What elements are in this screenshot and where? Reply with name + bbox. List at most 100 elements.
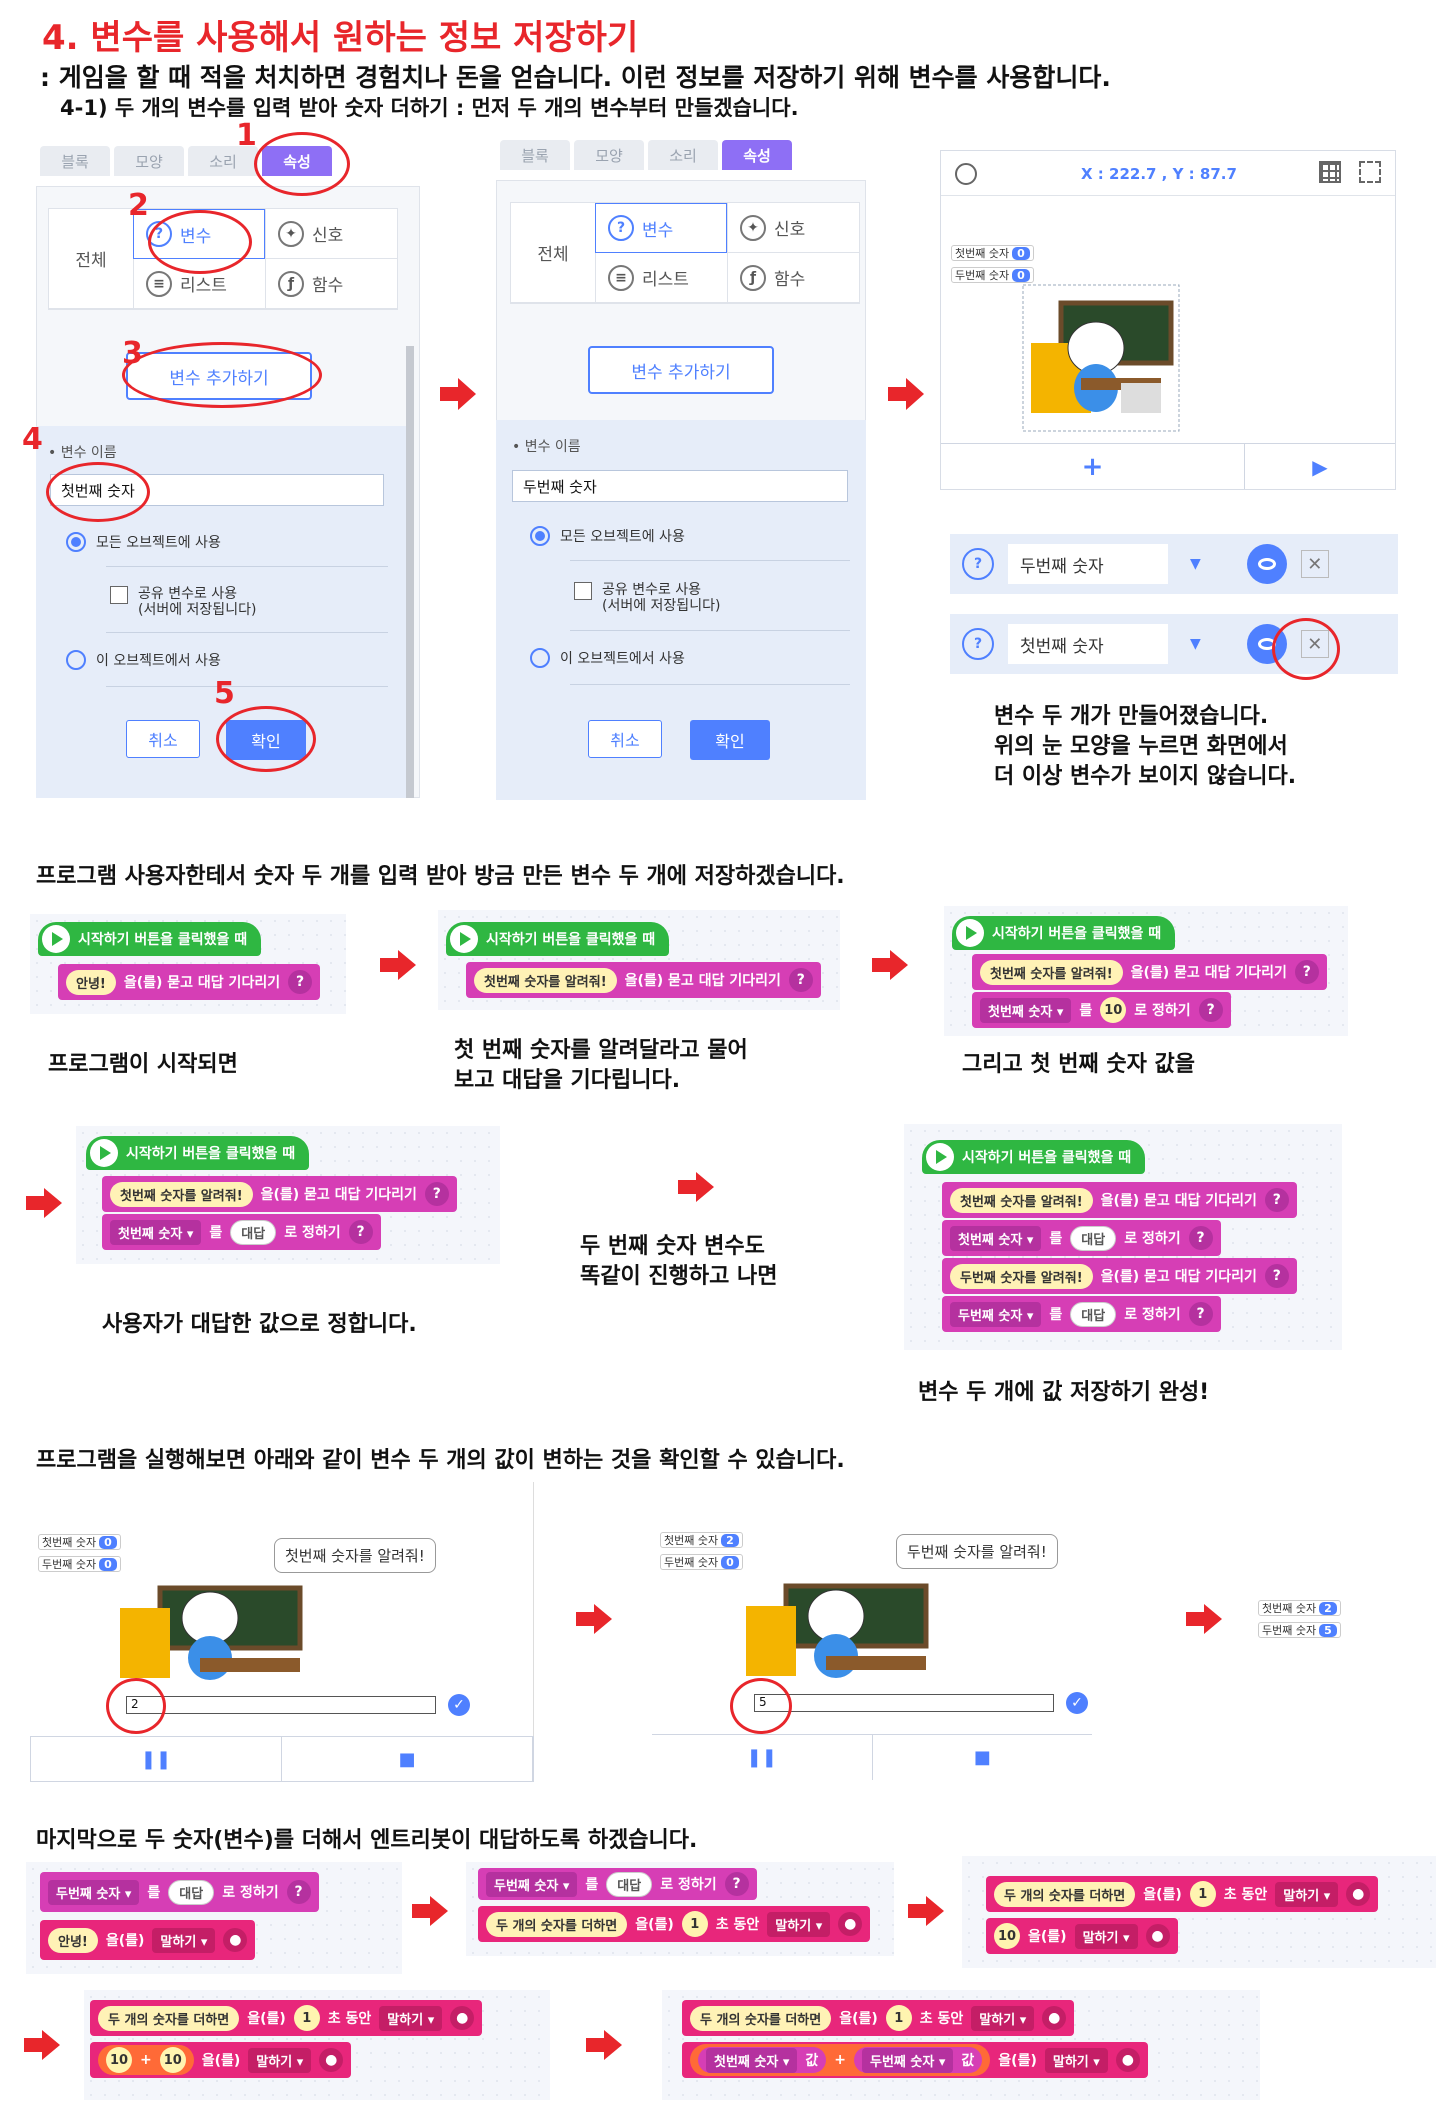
checkbox-share[interactable] (574, 582, 592, 600)
tab-shape[interactable]: 모양 (574, 140, 644, 170)
add-object-button[interactable]: + (941, 444, 1245, 489)
operand-input[interactable]: 10 (106, 2047, 132, 2073)
fullscreen-icon[interactable] (1359, 161, 1381, 183)
block-input[interactable]: 10 (994, 1923, 1020, 1949)
variable-value-block[interactable]: 첫번째 숫자 ▾ 값 (698, 2047, 827, 2073)
stop-button[interactable]: ■ (873, 1735, 1093, 1780)
variable-row[interactable]: ? 두번째 숫자 ▼ ✕ (950, 534, 1398, 594)
block-input[interactable]: 첫번째 숫자를 알려줘! (980, 959, 1123, 985)
stop-button[interactable]: ■ (282, 1737, 533, 1781)
variable-dropdown[interactable]: 두번째 숫자 ▾ (950, 1301, 1042, 1327)
variable-name[interactable]: 두번째 숫자 (1008, 544, 1168, 584)
variable-name-input[interactable]: 두번째 숫자 (512, 470, 848, 502)
tab-property[interactable]: 속성 (722, 140, 792, 170)
variable-value-block[interactable]: 두번째 숫자 ▾ 값 (854, 2047, 983, 2073)
tab-block[interactable]: 블록 (40, 146, 110, 176)
block-input[interactable]: 두 개의 숫자를 더하면 (98, 2005, 240, 2031)
variable-dropdown[interactable]: 첫번째 숫자 ▾ (980, 997, 1072, 1023)
start-event-block[interactable]: 시작하기 버튼을 클릭했을 때 (38, 922, 262, 956)
variable-name[interactable]: 첫번째 숫자 (1008, 624, 1168, 664)
operand-input[interactable]: 10 (159, 2047, 186, 2073)
ask-block[interactable]: 첫번째 숫자를 알려줘! 을(를) 묻고 대답 기다리기? (466, 962, 821, 998)
block-input[interactable]: 첫번째 숫자를 알려줘! (474, 967, 617, 993)
block-input[interactable]: 안녕! (66, 969, 116, 995)
speed-icon[interactable] (955, 163, 977, 185)
variable-dropdown[interactable]: 두번째 숫자 ▾ (862, 2047, 954, 2073)
say-block[interactable]: 10 +10 을(를) 말하기 ▾ ● (90, 2042, 352, 2078)
set-variable-block[interactable]: 첫번째 숫자 ▾ 를 대답 로 정하기? (102, 1214, 381, 1250)
ask-block[interactable]: 첫번째 숫자를 알려줘! 을(를) 묻고 대답 기다리기? (972, 954, 1327, 990)
option-share[interactable]: 공유 변수로 사용 (서버에 저장됩니다) (110, 586, 256, 618)
block-input[interactable]: 안녕! (48, 1927, 98, 1953)
say-for-seconds-block[interactable]: 두 개의 숫자를 더하면 을(를) 1 초 동안 말하기 ▾ ● (682, 2000, 1075, 2036)
scrollbar[interactable] (406, 346, 414, 798)
answer-block[interactable]: 대답 (168, 1879, 215, 1905)
variable-dropdown[interactable]: 두번째 숫자 ▾ (486, 1871, 578, 1897)
say-for-seconds-block[interactable]: 두 개의 숫자를 더하면 을(를) 1 초 동안 말하기 ▾ ● (986, 1876, 1379, 1912)
ask-block[interactable]: 첫번째 숫자를 알려줘! 을(를) 묻고 대답 기다리기? (102, 1176, 457, 1212)
set-variable-block[interactable]: 두번째 숫자 ▾ 를 대답 로 정하기? (40, 1872, 319, 1912)
say-dropdown[interactable]: 말하기 ▾ (379, 2005, 443, 2031)
tab-shape[interactable]: 모양 (114, 146, 184, 176)
category-signal[interactable]: ✦ 신호 (265, 209, 397, 259)
say-dropdown[interactable]: 말하기 ▾ (1074, 1923, 1138, 1949)
variable-dropdown[interactable]: 두번째 숫자 ▾ (48, 1879, 140, 1905)
answer-block[interactable]: 대답 (1070, 1225, 1117, 1251)
cancel-button[interactable]: 취소 (588, 720, 662, 758)
variable-dropdown[interactable]: 첫번째 숫자 ▾ (706, 2047, 798, 2073)
answer-input[interactable]: 5 (754, 1694, 1054, 1712)
seconds-input[interactable]: 1 (1189, 1881, 1216, 1907)
set-variable-block[interactable]: 첫번째 숫자 ▾ 를 대답 로 정하기? (942, 1220, 1221, 1256)
cancel-button[interactable]: 취소 (126, 720, 200, 758)
seconds-input[interactable]: 1 (293, 2005, 320, 2031)
answer-input[interactable]: 2 (126, 1696, 436, 1714)
tab-block[interactable]: 블록 (500, 140, 570, 170)
radio-all[interactable] (530, 526, 550, 546)
option-this-object[interactable]: 이 오브젝트에서 사용 (66, 650, 221, 670)
say-block[interactable]: 10 을(를) 말하기 ▾ ● (986, 1918, 1178, 1954)
block-input[interactable]: 두 개의 숫자를 더하면 (690, 2005, 832, 2031)
variable-dropdown[interactable]: 첫번째 숫자 ▾ (950, 1225, 1042, 1251)
grid-icon[interactable] (1319, 161, 1341, 183)
category-variable[interactable]: ? 변수 (595, 203, 727, 253)
option-share[interactable]: 공유 변수로 사용 (서버에 저장됩니다) (574, 582, 720, 614)
category-all[interactable]: 전체 (49, 209, 133, 309)
variable-dropdown[interactable]: 첫번째 숫자 ▾ (110, 1219, 202, 1245)
pause-button[interactable]: ❚❚ (652, 1735, 873, 1780)
seconds-input[interactable]: 1 (885, 2005, 912, 2031)
eye-icon[interactable] (1246, 544, 1287, 584)
dropdown-icon[interactable]: ▼ (1190, 636, 1201, 652)
dropdown-icon[interactable]: ▼ (1190, 556, 1201, 572)
set-variable-block[interactable]: 두번째 숫자 ▾ 를 대답 로 정하기? (942, 1296, 1221, 1332)
say-block[interactable]: 첫번째 숫자 ▾ 값 + 두번째 숫자 ▾ 값 을(를) 말하기 ▾ ● (682, 2042, 1148, 2078)
answer-block[interactable]: 대답 (606, 1871, 653, 1897)
say-dropdown[interactable]: 말하기 ▾ (767, 1911, 831, 1937)
submit-answer-button[interactable]: ✓ (1066, 1692, 1088, 1714)
option-this-object[interactable]: 이 오브젝트에서 사용 (530, 648, 685, 668)
category-function[interactable]: ƒ 함수 (727, 253, 859, 303)
checkbox-share[interactable] (110, 586, 128, 604)
ask-block[interactable]: 안녕! 을(를) 묻고 대답 기다리기? (58, 964, 321, 1000)
pause-button[interactable]: ❚❚ (31, 1737, 282, 1781)
answer-block[interactable]: 대답 (1070, 1301, 1117, 1327)
say-dropdown[interactable]: 말하기 ▾ (971, 2005, 1035, 2031)
block-input[interactable]: 두 개의 숫자를 더하면 (994, 1881, 1136, 1907)
say-for-seconds-block[interactable]: 두 개의 숫자를 더하면 을(를) 1 초 동안 말하기 ▾ ● (90, 2000, 483, 2036)
seconds-input[interactable]: 1 (681, 1911, 708, 1937)
say-dropdown[interactable]: 말하기 ▾ (1275, 1881, 1339, 1907)
set-variable-block[interactable]: 첫번째 숫자 ▾ 를 10 로 정하기? (972, 992, 1231, 1028)
submit-answer-button[interactable]: ✓ (448, 1694, 470, 1716)
ask-block[interactable]: 두번째 숫자를 알려줘! 을(를) 묻고 대답 기다리기? (942, 1258, 1297, 1294)
block-input[interactable]: 두 개의 숫자를 더하면 (486, 1911, 628, 1937)
option-all-objects[interactable]: 모든 오브젝트에 사용 (66, 532, 221, 552)
option-all-objects[interactable]: 모든 오브젝트에 사용 (530, 526, 685, 546)
entrybot-sprite[interactable] (1021, 283, 1181, 433)
add-operator-block[interactable]: 첫번째 숫자 ▾ 값 + 두번째 숫자 ▾ 값 (690, 2044, 991, 2076)
say-dropdown[interactable]: 말하기 ▾ (152, 1927, 216, 1953)
category-function[interactable]: ƒ 함수 (265, 259, 397, 309)
radio-all[interactable] (66, 532, 86, 552)
set-variable-block[interactable]: 두번째 숫자 ▾ 를 대답 로 정하기? (478, 1868, 757, 1900)
block-input[interactable]: 두번째 숫자를 알려줘! (950, 1263, 1093, 1289)
category-list[interactable]: ≡ 리스트 (595, 253, 727, 303)
say-dropdown[interactable]: 말하기 ▾ (1044, 2047, 1108, 2073)
